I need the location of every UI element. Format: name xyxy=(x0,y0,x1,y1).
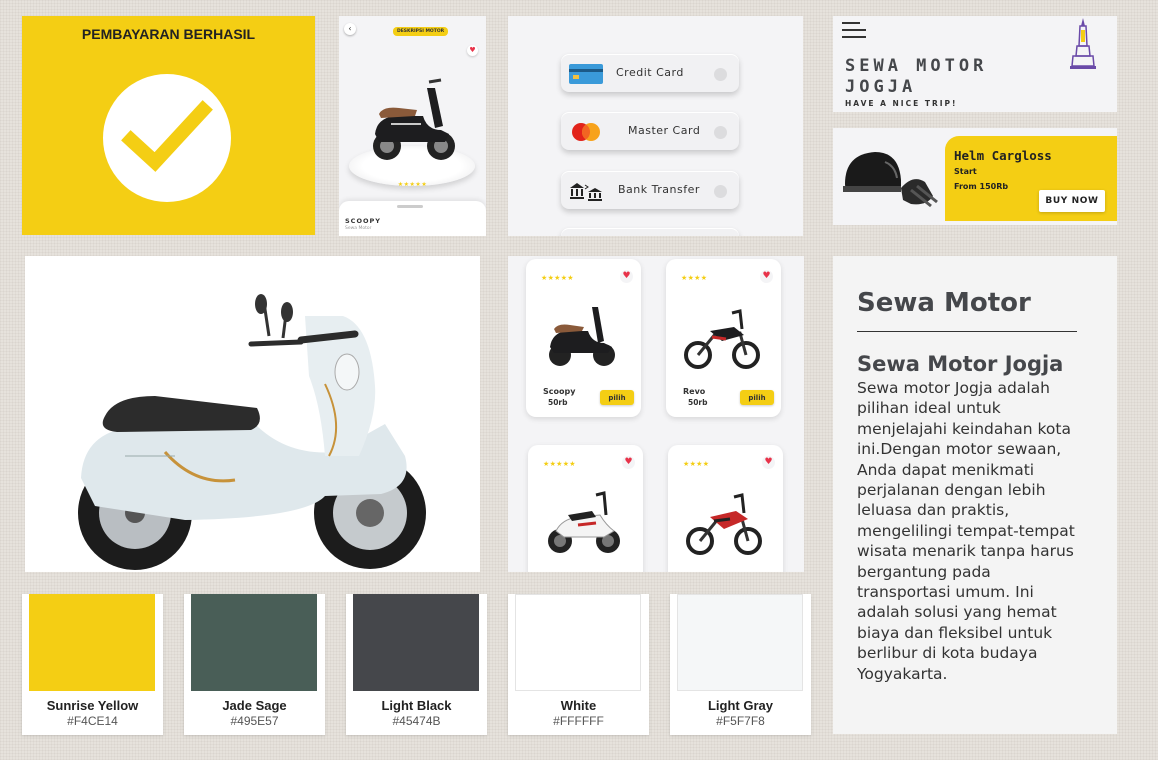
favorite-heart-icon[interactable]: ♥ xyxy=(622,456,635,469)
swatch-name: Sunrise Yellow xyxy=(46,698,139,713)
payment-option-credit-card[interactable]: Credit Card xyxy=(561,54,739,92)
scooter-image xyxy=(549,307,615,366)
buy-now-button[interactable]: BUY NOW xyxy=(1039,190,1105,212)
promo-start: Start xyxy=(954,167,977,176)
motor-name: Revo xyxy=(683,387,706,396)
credit-card-icon xyxy=(569,64,603,84)
rating-stars: ★★★★★ xyxy=(397,181,428,188)
card-rating-stars: ★★★★ xyxy=(681,274,708,282)
app-header: SEWA MOTOR JOGJA HAVE A NICE TRIP! xyxy=(833,16,1117,112)
checkmark-icon xyxy=(121,100,213,172)
swatch-name: White xyxy=(560,698,597,713)
motor-price: 50rb xyxy=(548,398,568,407)
favorite-heart-icon[interactable]: ♥ xyxy=(467,45,478,56)
swatch-chip xyxy=(515,594,641,691)
swatch-name: Light Black xyxy=(381,698,452,713)
color-swatch: Light Gray #F5F7F8 xyxy=(670,594,811,735)
favorite-heart-icon[interactable]: ♥ xyxy=(620,270,633,283)
motor-name: Scoopy xyxy=(543,387,576,396)
motor-subtitle: Sewa Motor xyxy=(345,226,372,231)
motor-list-screen: ★★★★★ ♥ Scoopy 50rb pilih ★★★★ ♥ Revo 50… xyxy=(508,256,804,572)
hero-scooter-image xyxy=(25,256,480,572)
success-title: PEMBAYARAN BERHASIL xyxy=(81,26,256,42)
swatch-chip xyxy=(677,594,803,691)
payment-label-master-card: Master Card xyxy=(628,124,701,137)
motor-card[interactable]: ★★★★★ ♥ Scoopy 50rb pilih xyxy=(526,259,641,417)
tugu-monument-icon xyxy=(1070,18,1096,69)
hamburger-menu-icon[interactable] xyxy=(842,22,866,38)
color-swatch: Sunrise Yellow #F4CE14 xyxy=(22,594,163,735)
motorcycle-image xyxy=(686,493,762,555)
promo-info: Helm Cargloss Start From 150Rb BUY NOW xyxy=(945,136,1117,221)
payment-option-master-card[interactable]: Master Card xyxy=(561,112,739,150)
payment-option-more[interactable] xyxy=(561,228,739,236)
favorite-heart-icon[interactable]: ♥ xyxy=(762,456,775,469)
mastercard-icon xyxy=(572,123,600,141)
radio-bank-transfer[interactable] xyxy=(714,185,727,198)
sheet-grip[interactable] xyxy=(397,205,423,208)
swatch-chip xyxy=(353,594,479,691)
swatch-name: Jade Sage xyxy=(222,698,287,713)
color-swatch: Light Black #45474B xyxy=(346,594,487,735)
article-body: Sewa motor Jogja adalah pilihan ideal un… xyxy=(857,379,1075,683)
article-heading: Sewa Motor xyxy=(857,288,1031,318)
motor-price: 50rb xyxy=(688,398,708,407)
swatch-hex: #F4CE14 xyxy=(67,714,118,728)
article-subheading: Sewa Motor Jogja xyxy=(857,352,1064,376)
motor-card[interactable]: ★★★★ ♥ xyxy=(668,445,783,572)
article-panel: Sewa Motor Sewa Motor Jogja Sewa motor J… xyxy=(833,256,1117,734)
scooter-illustration xyxy=(78,294,426,570)
card-rating-stars: ★★★★ xyxy=(683,460,710,468)
helmet-promo-banner: Helm Cargloss Start From 150Rb BUY NOW xyxy=(833,128,1117,225)
swatch-chip xyxy=(191,594,317,691)
app-tagline: HAVE A NICE TRIP! xyxy=(845,99,958,108)
color-swatch: Jade Sage #495E57 xyxy=(184,594,325,735)
bank-icon xyxy=(570,183,602,201)
swatch-name: Light Gray xyxy=(707,698,773,713)
pilih-button[interactable]: pilih xyxy=(600,390,634,405)
back-icon[interactable]: ‹ xyxy=(344,23,356,35)
motorcycle-image xyxy=(684,309,760,369)
color-swatch: White #FFFFFF xyxy=(508,594,649,735)
card-rating-stars: ★★★★★ xyxy=(541,274,574,282)
promo-title: Helm Cargloss xyxy=(954,148,1052,163)
swatch-hex: #495E57 xyxy=(230,714,279,728)
promo-price: From 150Rb xyxy=(954,182,1009,191)
payment-label-credit-card: Credit Card xyxy=(616,66,684,79)
motor-card[interactable]: ★★★★ ♥ Revo 50rb pilih xyxy=(666,259,781,417)
heading-divider xyxy=(857,331,1077,332)
scooter-image xyxy=(373,78,455,160)
app-title: SEWA MOTOR JOGJA xyxy=(845,56,988,97)
helmet-image xyxy=(843,152,938,208)
success-circle xyxy=(103,74,231,202)
radio-master-card[interactable] xyxy=(714,126,727,139)
swatch-chip xyxy=(29,594,155,691)
motor-card[interactable]: ★★★★★ ♥ xyxy=(528,445,643,572)
favorite-heart-icon[interactable]: ♥ xyxy=(760,270,773,283)
radio-credit-card[interactable] xyxy=(714,68,727,81)
swatch-hex: #FFFFFF xyxy=(553,714,604,728)
pilih-button[interactable]: pilih xyxy=(740,390,774,405)
motor-detail-screen: ‹ DESKRIPSI MOTOR ♥ ★★★★★ SCOOPY Sewa Mo… xyxy=(339,16,486,236)
swatch-hex: #45474B xyxy=(392,714,441,728)
motor-name: SCOOPY xyxy=(345,217,381,225)
motorcycle-image xyxy=(548,491,620,553)
payment-label-bank-transfer: Bank Transfer xyxy=(618,183,700,196)
card-rating-stars: ★★★★★ xyxy=(543,460,576,468)
payment-methods-screen: Credit Card Master Card Bank Transfer xyxy=(508,16,803,236)
payment-success-panel: PEMBAYARAN BERHASIL xyxy=(22,16,315,235)
detail-badge: DESKRIPSI MOTOR xyxy=(393,27,449,36)
swatch-hex: #F5F7F8 xyxy=(716,714,765,728)
bottom-sheet[interactable]: SCOOPY Sewa Motor xyxy=(339,201,486,236)
payment-option-bank-transfer[interactable]: Bank Transfer xyxy=(561,171,739,209)
